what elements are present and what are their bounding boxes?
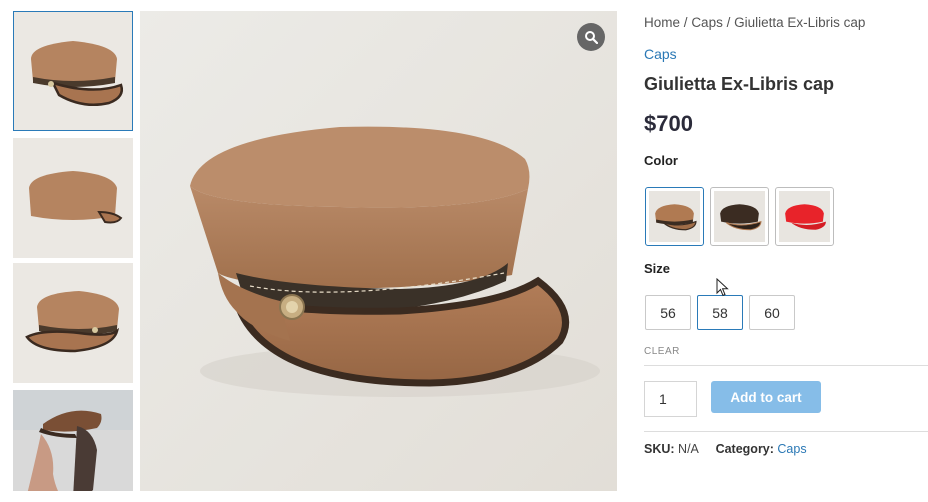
thumbnail-1[interactable] (13, 11, 133, 131)
breadcrumb-category[interactable]: Caps (691, 15, 723, 30)
breadcrumb: Home / Caps / Giulietta Ex-Libris cap (644, 15, 865, 30)
sku-label: SKU: (644, 442, 675, 456)
main-product-image[interactable] (140, 11, 617, 491)
add-to-cart-button[interactable]: Add to cart (711, 381, 821, 413)
color-swatch-red[interactable] (775, 187, 834, 246)
model-thumbnail-image (13, 390, 133, 491)
quantity-input[interactable]: 1 (644, 381, 697, 417)
product-meta: SKU: N/A Category: Caps (644, 442, 807, 456)
category-link[interactable]: Caps (777, 442, 806, 456)
product-title: Giulietta Ex-Libris cap (644, 74, 835, 94)
color-label: Color (644, 153, 678, 168)
size-options: 56 58 60 (645, 295, 795, 330)
breadcrumb-separator: / (683, 15, 688, 30)
tan-cap-swatch-image (649, 191, 700, 242)
color-swatches (645, 187, 834, 246)
magnifier-icon (585, 31, 598, 44)
thumbnail-2[interactable] (13, 138, 133, 258)
product-category-link[interactable]: Caps (644, 46, 677, 62)
size-option-56[interactable]: 56 (645, 295, 691, 330)
breadcrumb-separator: / (726, 15, 731, 30)
cap-thumbnail-image (13, 263, 133, 383)
dark-brown-cap-swatch-image (714, 191, 765, 242)
zoom-button[interactable] (577, 23, 605, 51)
breadcrumb-current: Giulietta Ex-Libris cap (734, 15, 866, 30)
thumbnail-4[interactable] (13, 390, 133, 491)
thumbnail-strip (13, 11, 133, 491)
divider (644, 365, 928, 366)
sku-value: N/A (678, 442, 699, 456)
cap-thumbnail-image (13, 138, 133, 258)
breadcrumb-home[interactable]: Home (644, 15, 680, 30)
divider (644, 431, 928, 432)
cap-main-image (140, 11, 617, 491)
red-cap-swatch-image (779, 191, 830, 242)
color-swatch-tan[interactable] (645, 187, 704, 246)
product-summary: Home / Caps / Giulietta Ex-Libris cap Ca… (644, 0, 928, 502)
size-label: Size (644, 261, 671, 276)
color-swatch-dark-brown[interactable] (710, 187, 769, 246)
thumbnail-3[interactable] (13, 263, 133, 383)
size-option-58[interactable]: 58 (697, 295, 743, 330)
category-label: Category: (715, 442, 774, 456)
product-price: $700 (644, 111, 693, 136)
size-option-60[interactable]: 60 (749, 295, 795, 330)
cap-thumbnail-image (13, 11, 133, 131)
clear-selection-link[interactable]: CLEAR (644, 346, 680, 357)
